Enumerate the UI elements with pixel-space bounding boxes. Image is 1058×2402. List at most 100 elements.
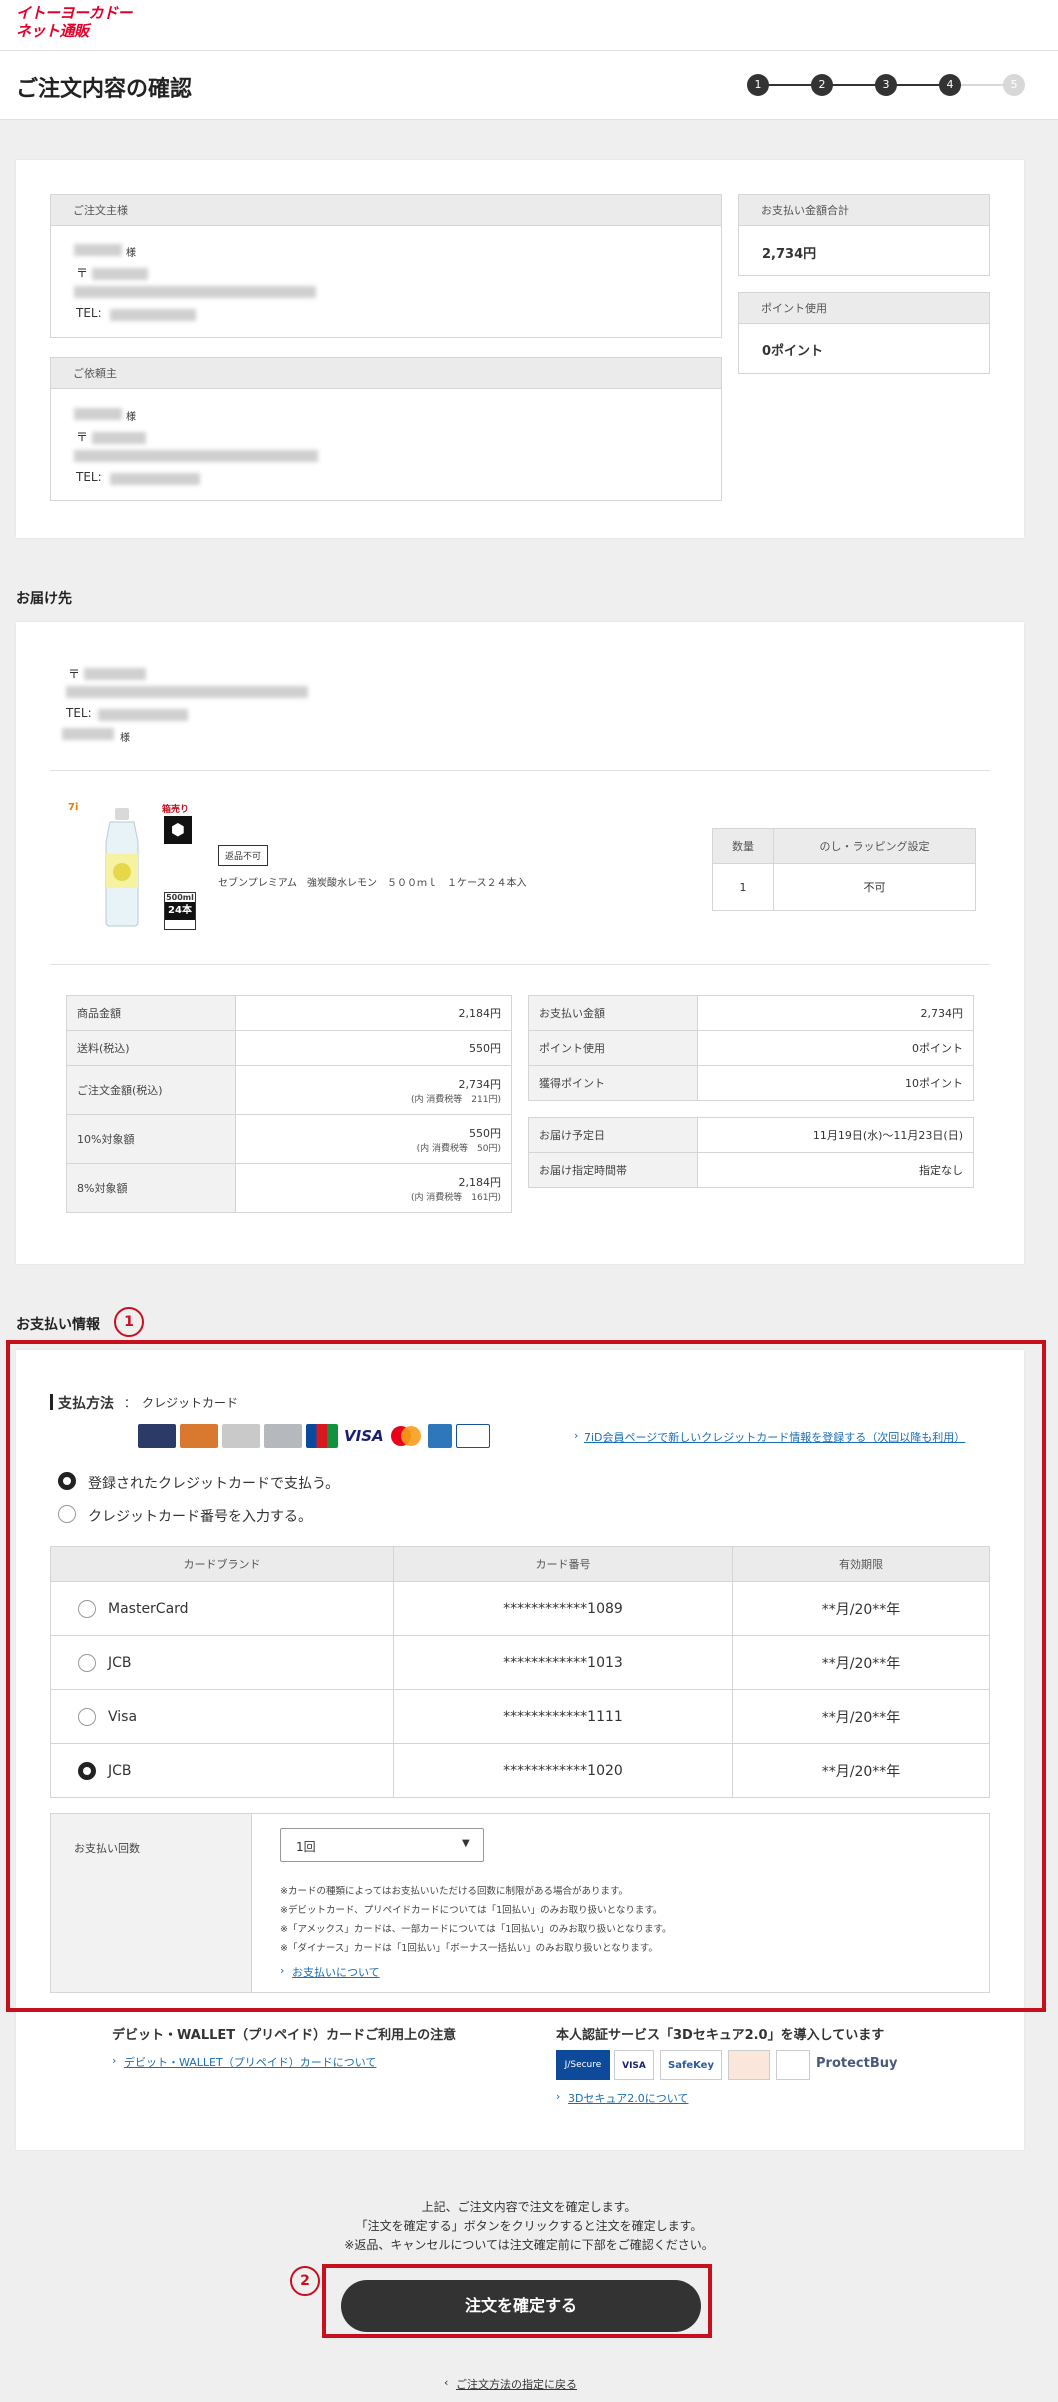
card-row[interactable]: JCB ************1013 **月/20**年 <box>50 1635 990 1690</box>
summary-left: 商品金額 2,184円 送料(税込) 550円 ご注文金額(税込) 2,734円 (内 … <box>66 995 512 1213</box>
link-chevron-icon: › <box>574 1429 579 1442</box>
card-radio-selected[interactable] <box>78 1761 96 1780</box>
card-row[interactable]: JCB ************1020 **月/20**年 <box>50 1743 990 1798</box>
card-number: ************1013 <box>393 1635 733 1690</box>
link-chevron-icon: › <box>556 2090 561 2103</box>
confirm-text: 「注文を確定する」ボタンをクリックすると注文を確定します。 <box>355 2219 703 2233</box>
safekey-logo: SafeKey <box>660 2050 722 2080</box>
method-sep: ： <box>124 1396 137 1410</box>
link-chevron-icon: › <box>112 2054 117 2067</box>
seven-logo: 7i <box>68 802 79 813</box>
col-brand: カードブランド <box>50 1546 394 1582</box>
radio-registered-label[interactable]: 登録されたクレジットカードで支払う。 <box>88 1473 339 1493</box>
diners-icon <box>456 1424 490 1448</box>
size-text: 500ml <box>166 893 194 902</box>
mastercard-idcheck-logo <box>728 2050 770 2080</box>
card-row[interactable]: MasterCard ************1089 **月/20**年 <box>50 1581 990 1636</box>
summary-value: 2,184円 <box>458 1175 502 1189</box>
card-row[interactable]: Visa ************1111 **月/20**年 <box>50 1689 990 1744</box>
card-radio[interactable] <box>78 1599 96 1618</box>
summary-row: ご注文金額(税込) 2,734円 (内 消費税等 211円) <box>66 1065 512 1115</box>
card-brand: MasterCard <box>108 1600 189 1617</box>
summary-key: 獲得ポイント <box>528 1065 698 1101</box>
delivery-tel: TEL: <box>66 706 92 720</box>
requester-tel: TEL: <box>76 470 102 484</box>
orderer-postal-blur <box>92 268 148 280</box>
summary-key: 8%対象額 <box>66 1163 236 1213</box>
divider <box>50 770 990 771</box>
visa-icon: VISA <box>344 1427 384 1445</box>
chevron-down-icon: ▼ <box>462 1838 470 1849</box>
card-brand-cell[interactable]: JCB <box>50 1743 394 1798</box>
page-title: ご注文内容の確認 <box>16 77 193 102</box>
card-brand-cell[interactable]: JCB <box>50 1635 394 1690</box>
summary-key: お支払い金額 <box>528 995 698 1031</box>
confirm-notice: 上記、ご注文内容で注文を確定します。 「注文を確定する」ボタンをクリックすると注… <box>0 2198 1058 2255</box>
annotation-2: 2 <box>290 2266 320 2296</box>
radio-new-card[interactable] <box>58 1505 76 1523</box>
summary-value: 2,734円 <box>697 995 974 1031</box>
secure-link[interactable]: 3Dセキュア2.0について <box>568 2090 688 2106</box>
back-link[interactable]: ご注文方法の指定に戻る <box>456 2376 577 2392</box>
requester-postal: 〒 <box>76 430 89 444</box>
card-expiry: **月/20**年 <box>732 1689 990 1744</box>
mastercard-icon <box>391 1426 421 1446</box>
summary-value: 2,734円 <box>458 1077 502 1091</box>
orderer-box <box>50 226 722 338</box>
diners-protect-logo <box>776 2050 810 2080</box>
card-radio[interactable] <box>78 1653 96 1672</box>
debit-link[interactable]: デビット・WALLET（プリペイド）カードについて <box>124 2054 376 2070</box>
summary-value: 0ポイント <box>697 1030 974 1066</box>
schedule-value: 11月19日(水)〜11月23日(日) <box>697 1117 974 1153</box>
schedule-row: お届け予定日 11月19日(水)〜11月23日(日) <box>528 1117 974 1153</box>
summary-row: 10%対象額 550円 (内 消費税等 50円) <box>66 1114 512 1164</box>
installments-notes: ※カードの種類によってはお支払いいただける回数に制限がある場合があります。 ※デ… <box>280 1882 672 1958</box>
total-value: 2,734円 <box>762 247 817 262</box>
requester-name-blur <box>74 408 122 420</box>
card-brand: Visa <box>108 1708 138 1725</box>
note-line: ※「ダイナース」カードは「1回払い」「ボーナス一括払い」のみお取り扱いとなります… <box>280 1943 658 1954</box>
delivery-sama: 様 <box>120 733 130 744</box>
divider <box>50 964 990 965</box>
card-icon <box>138 1424 176 1448</box>
return-tag: 返品不可 <box>218 845 269 866</box>
step-2: 2 <box>811 74 833 96</box>
radio-new-card-label[interactable]: クレジットカード番号を入力する。 <box>88 1506 312 1526</box>
card-brand-cell[interactable]: Visa <box>50 1689 394 1744</box>
points-value: 0ポイント <box>762 344 824 359</box>
confirm-order-button[interactable]: 注文を確定する <box>341 2280 701 2332</box>
note-line: ※カードの種類によってはお支払いいただける回数に制限がある場合があります。 <box>280 1886 629 1897</box>
tax-note: (内 消費税等 211円) <box>410 1094 501 1105</box>
summary-value: 2,184円 <box>235 995 512 1031</box>
note-line: ※「アメックス」カードは、一部カードについては「1回払い」のみお取り扱いとなりま… <box>280 1924 672 1935</box>
product-name: セブンプレミアム 強炭酸水レモン ５００ｍｌ １ケース２４本入 <box>218 878 527 889</box>
back-chevron-icon: ‹ <box>444 2376 449 2389</box>
summary-key: 送料(税込) <box>66 1030 236 1066</box>
card-brand-cell[interactable]: MasterCard <box>50 1581 394 1636</box>
product-image <box>105 808 139 927</box>
orderer-postal: 〒 <box>76 266 89 280</box>
register-card-link[interactable]: 7iD会員ページで新しいクレジットカード情報を登録する（次回以降も利用） <box>584 1429 965 1445</box>
delivery-address-blur <box>66 686 308 698</box>
qty-table: 数量 のし・ラッピング設定 1 不可 <box>712 828 976 911</box>
requester-head: ご依頼主 <box>50 357 722 389</box>
site-logo-sub[interactable]: ネット通販 <box>16 20 89 41</box>
orderer-address-blur <box>74 286 316 298</box>
qty-head: 数量 <box>712 828 774 864</box>
site-header <box>0 0 1058 51</box>
summary-row: 獲得ポイント 10ポイント <box>528 1065 974 1101</box>
installments-label: お支払い回数 <box>74 1842 140 1855</box>
summary-value: 550円 <box>235 1030 512 1066</box>
radio-registered[interactable] <box>58 1472 76 1490</box>
method-bar <box>50 1394 53 1410</box>
wrap-head: のし・ラッピング設定 <box>773 828 976 864</box>
card-radio[interactable] <box>78 1707 96 1726</box>
summary-value-cell: 2,184円 (内 消費税等 161円) <box>235 1163 512 1213</box>
about-payment-link[interactable]: お支払いについて <box>292 1964 380 1980</box>
orderer-name-blur <box>74 244 122 256</box>
link-chevron-icon: › <box>280 1964 285 1977</box>
card-expiry: **月/20**年 <box>732 1581 990 1636</box>
annotation-1: 1 <box>114 1307 144 1337</box>
cube-icon: ⬢ <box>164 816 192 844</box>
delivery-postal: 〒 <box>68 667 81 681</box>
